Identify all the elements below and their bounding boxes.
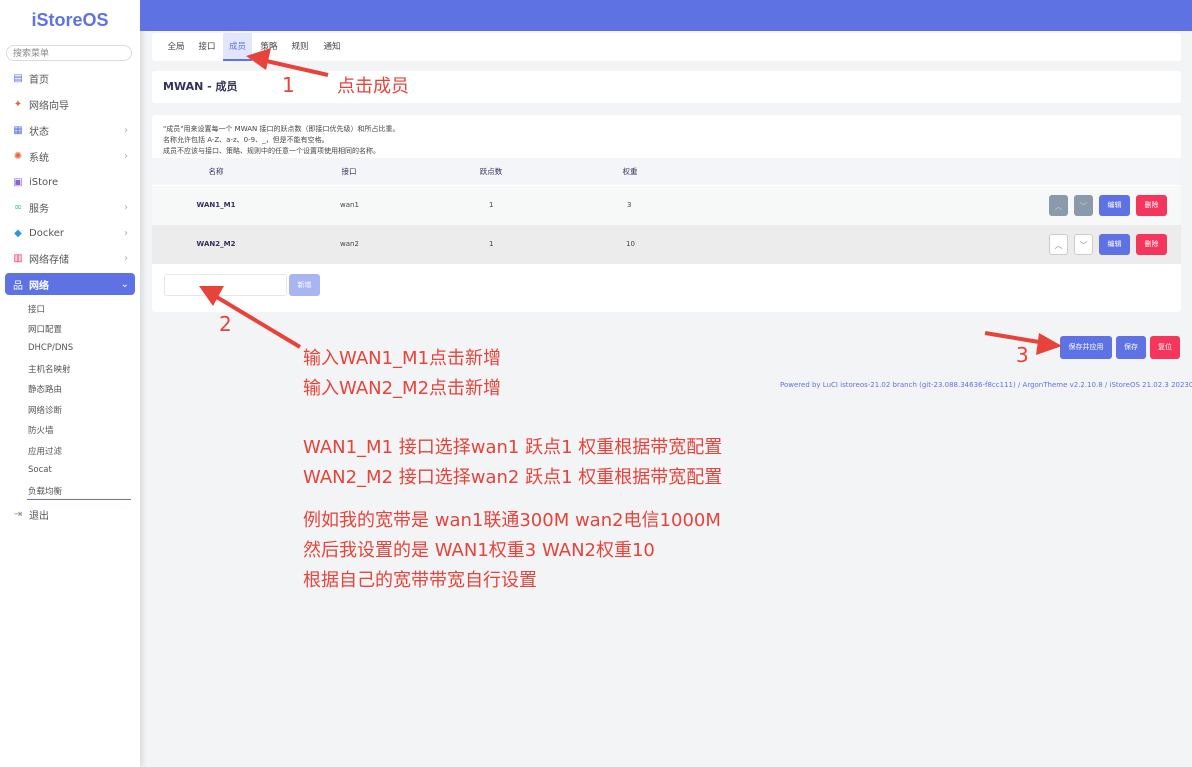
annotation-example-line: 然后我设置的是 WAN1权重3 WAN2权重10 — [303, 540, 655, 561]
annotation-step-3-number: 3 — [1016, 343, 1029, 367]
annotation-step-2-number: 2 — [219, 312, 232, 336]
annotation-example-line: 例如我的宽带是 wan1联通300M wan2电信1000M — [303, 510, 721, 531]
annotation-arrow-1 — [246, 48, 329, 77]
annotation-config-line: WAN1_M1 接口选择wan1 跃点1 权重根据带宽配置 — [303, 437, 723, 458]
annotation-arrows — [199, 48, 1062, 355]
annotation-step-1-text: 点击成员 — [337, 76, 409, 97]
annotation-step-2-line: 输入WAN2_M2点击新增 — [303, 378, 502, 399]
annotation-step-2-line: 输入WAN1_M1点击新增 — [303, 348, 502, 369]
annotation-arrow-2 — [199, 286, 302, 349]
annotation-step-1-number: 1 — [282, 73, 295, 97]
annotation-example-line: 根据自己的宽带带宽自行设置 — [303, 570, 537, 591]
annotation-config-line: WAN2_M2 接口选择wan2 跃点1 权重根据带宽配置 — [303, 467, 723, 488]
